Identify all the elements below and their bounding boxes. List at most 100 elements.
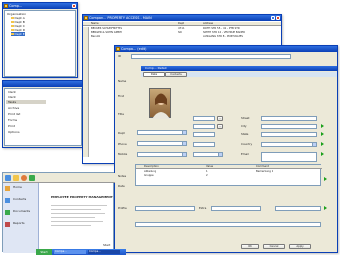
launcher-item-home[interactable]: Home <box>13 185 22 189</box>
pick-button[interactable]: … <box>217 124 223 129</box>
taskbar-item[interactable]: Compa... <box>88 250 120 254</box>
pick-button[interactable]: … <box>217 116 223 121</box>
go-arrow-icon[interactable] <box>321 152 324 156</box>
taskbar: Start Compa... Compa... <box>36 249 126 255</box>
record-id-field[interactable] <box>131 54 291 59</box>
tab-data[interactable]: Data <box>143 72 165 77</box>
cancel-button[interactable]: Cancel <box>263 244 285 249</box>
field-country[interactable] <box>261 142 317 147</box>
column-header[interactable]: Address <box>203 22 213 26</box>
dropdown-arrow-icon[interactable] <box>218 153 222 156</box>
field-phone[interactable] <box>193 142 215 147</box>
start-button[interactable]: Start <box>36 249 52 255</box>
field-title[interactable] <box>193 132 215 137</box>
tree-panel: Organisation Dept A Dept B Dept C Dept D… <box>4 10 76 77</box>
label-mobile: Mobile <box>118 152 128 156</box>
apply-button[interactable]: Apply <box>289 244 311 249</box>
menu-item[interactable]: Print <box>8 124 15 128</box>
go-arrow-icon[interactable] <box>324 177 327 181</box>
label-email: Email <box>241 152 249 156</box>
maximize-icon[interactable] <box>271 16 275 20</box>
launcher-item-reports[interactable]: Reports <box>13 221 25 225</box>
menu-item[interactable]: Archive <box>8 106 19 110</box>
launcher-item-contacts[interactable]: Contacts <box>13 197 26 201</box>
table-header: Description Value Comment <box>136 165 322 169</box>
home-icon <box>5 186 10 191</box>
close-icon[interactable] <box>276 16 280 20</box>
menu-list: Ident Ident Tasks Archive Print list For… <box>4 88 82 146</box>
folder-icon <box>11 16 14 19</box>
launcher-toolbar <box>3 173 115 183</box>
company-list-titlebar[interactable]: Compan... PROPERTY ACCESS - MAIN <box>83 15 281 21</box>
edit-dialog-titlebar[interactable]: Compa... (edit) <box>115 46 337 52</box>
field-street[interactable] <box>261 116 317 121</box>
label-city: City <box>241 124 247 128</box>
field-dept-select[interactable] <box>137 130 187 135</box>
field-extra-2[interactable] <box>275 206 321 211</box>
company-list-title: Compan... PROPERTY ACCESS - MAIN <box>89 16 152 20</box>
column-header[interactable]: Value <box>206 165 213 169</box>
folder-icon[interactable] <box>13 175 19 181</box>
menu-titlebar[interactable] <box>3 81 83 87</box>
detail-titlebar[interactable]: Comp... Detail <box>141 66 337 71</box>
chart-icon[interactable] <box>29 175 35 181</box>
table-row[interactable]: Benutz AUSGANG STR 8 - PORTUGUES <box>83 35 281 39</box>
field-profile[interactable] <box>135 206 195 211</box>
menu-item[interactable]: Ident <box>8 95 16 99</box>
folder-icon <box>4 4 8 8</box>
go-arrow-icon[interactable] <box>324 206 327 210</box>
taskbar-item[interactable]: Compa... <box>54 250 86 254</box>
go-arrow-icon[interactable] <box>321 132 324 136</box>
dropdown-arrow-icon[interactable] <box>312 143 316 146</box>
explorer-titlebar[interactable]: Comp... <box>3 3 77 9</box>
field-mobile[interactable] <box>137 152 187 157</box>
dropdown-arrow-icon[interactable] <box>182 131 186 134</box>
menu-item[interactable]: Print list <box>8 112 20 116</box>
detail-title: Comp... Detail <box>145 66 167 70</box>
row-marker-column <box>83 27 89 157</box>
edit-dialog: Compa... (edit) ID Comp... Detail Data C… <box>114 45 338 253</box>
column-header[interactable]: Dept <box>178 22 184 26</box>
tab-contacts[interactable]: Contacts <box>165 72 187 77</box>
label-date: Date <box>118 184 125 188</box>
table-row[interactable]: Gruppe 2 <box>136 174 322 178</box>
property-table: Description Value Comment Abteilung 1 Be… <box>135 164 322 186</box>
dropdown-arrow-icon[interactable] <box>182 153 186 156</box>
label-notes: Notes <box>118 174 127 178</box>
launcher-footer: Start <box>103 243 111 247</box>
field-first-name[interactable] <box>193 116 215 121</box>
folder-icon <box>11 28 14 31</box>
column-header[interactable]: Name <box>91 22 99 26</box>
record-header: ID <box>115 53 337 65</box>
user-icon[interactable] <box>21 175 27 181</box>
field-dept[interactable] <box>193 124 215 129</box>
menu-item[interactable]: Ident <box>8 90 16 94</box>
home-icon[interactable] <box>5 175 11 181</box>
column-header[interactable]: Description <box>144 165 159 169</box>
label-state: State <box>241 132 249 136</box>
ok-button[interactable]: OK <box>241 244 259 249</box>
field-email[interactable] <box>261 152 317 162</box>
dropdown-arrow-icon[interactable] <box>182 142 186 145</box>
launcher-item-documents[interactable]: Documents <box>13 209 30 213</box>
launcher-header: EMPLOYEE PROPERTY MANAGEMENT <box>51 195 113 199</box>
launcher-nav: Home Contacts Documents Reports <box>3 183 39 253</box>
field-fax[interactable] <box>193 152 223 157</box>
field-phone-main[interactable] <box>137 141 187 146</box>
go-arrow-icon[interactable] <box>321 124 324 128</box>
go-arrow-icon[interactable] <box>321 142 324 146</box>
field-extra[interactable] <box>211 206 261 211</box>
menu-item-selected[interactable]: Tasks <box>6 100 46 104</box>
menu-item[interactable]: Options <box>8 130 20 134</box>
menu-item[interactable]: Forms <box>8 118 17 122</box>
tree-item-selected[interactable]: Dept E <box>11 32 25 36</box>
column-header[interactable]: Comment <box>256 165 269 169</box>
field-notes-bottom[interactable] <box>135 222 321 227</box>
edit-dialog-title: Compa... (edit) <box>121 47 147 51</box>
field-city[interactable] <box>261 124 317 129</box>
field-state[interactable] <box>261 132 317 137</box>
label-extra: Extra <box>199 206 207 210</box>
folder-icon <box>11 20 14 23</box>
app-icon <box>116 47 120 51</box>
close-icon[interactable] <box>72 4 76 8</box>
